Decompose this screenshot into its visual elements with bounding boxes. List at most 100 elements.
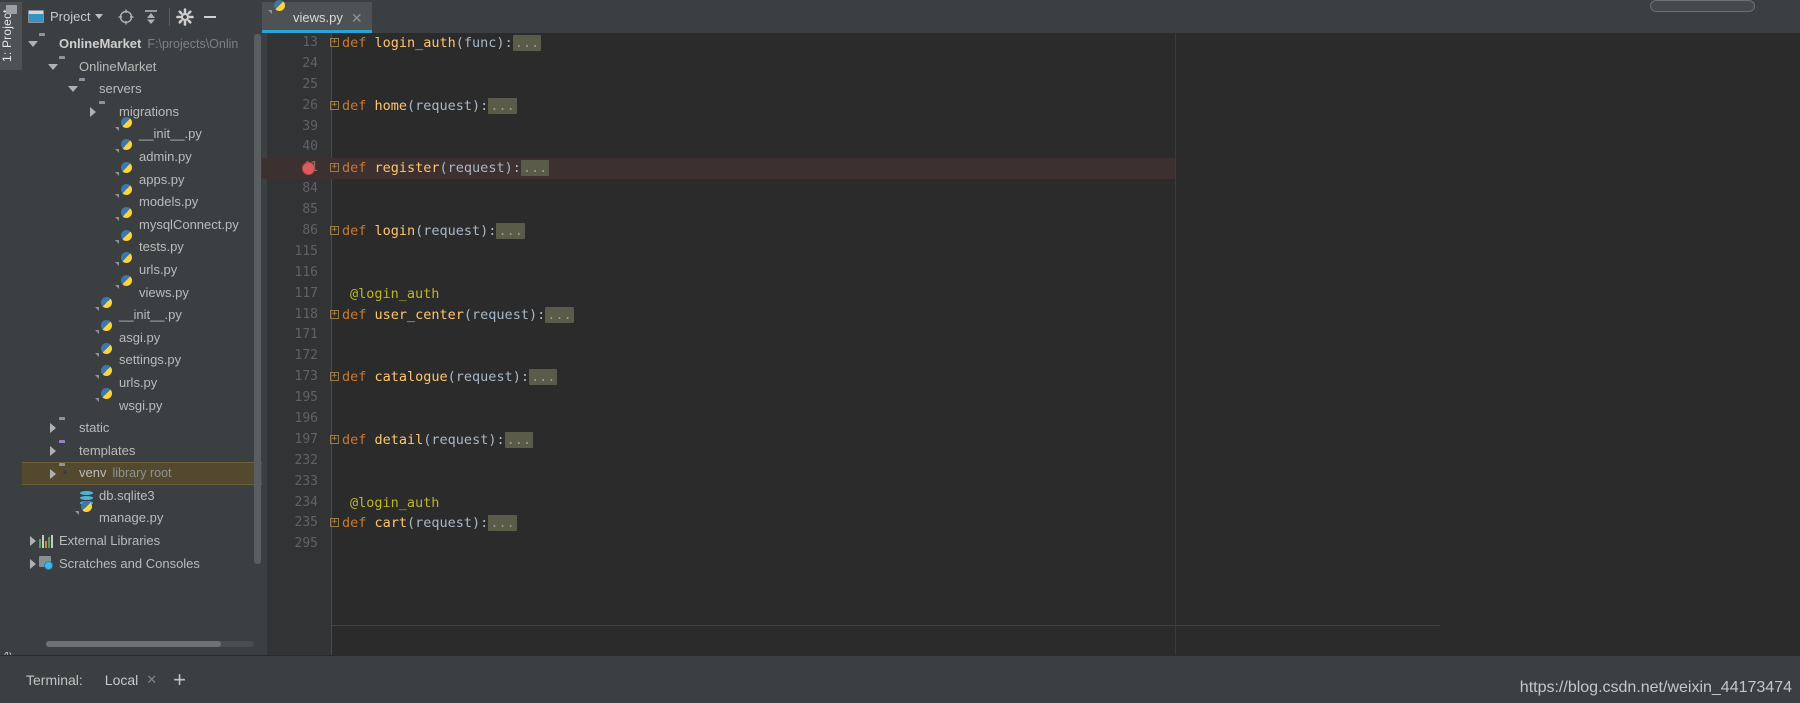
chevron-right-icon[interactable] — [86, 107, 99, 118]
line-number: 25 — [302, 76, 318, 92]
line-number: 235 — [294, 515, 318, 531]
tree-row[interactable]: Scratches and Consoles — [22, 553, 262, 576]
tree-row[interactable]: urls.py — [22, 259, 262, 282]
tree-row[interactable]: static — [22, 417, 262, 440]
fold-expand-icon[interactable]: + — [330, 372, 339, 382]
tree-row[interactable]: wsgi.py — [22, 395, 262, 418]
tree-row[interactable]: asgi.py — [22, 327, 262, 350]
chevron-down-icon[interactable] — [66, 86, 79, 93]
code-text: @login_auth — [350, 284, 439, 305]
line-number: 115 — [294, 243, 318, 259]
chevron-down-icon[interactable] — [95, 14, 104, 19]
tree-row[interactable]: apps.py — [22, 169, 262, 192]
tree-row[interactable]: templates — [22, 440, 262, 463]
tree-row[interactable]: mysqlConnect.py — [22, 214, 262, 237]
locate-target-icon[interactable] — [117, 8, 135, 26]
tree-row-label: tests.py — [139, 239, 184, 255]
tree-row[interactable]: __init__.py — [22, 304, 262, 327]
tree-row[interactable]: External Libraries — [22, 530, 262, 553]
code-text: def catalogue(request):... — [342, 367, 558, 388]
fold-expand-icon[interactable]: + — [330, 163, 339, 173]
fold-expand-icon[interactable]: + — [330, 38, 339, 47]
chevron-right-icon[interactable] — [26, 536, 39, 547]
code-token: catalogue — [374, 369, 448, 386]
tool-button-project[interactable]: 1: Project — [0, 2, 22, 70]
tree-row[interactable]: OnlineMarket — [22, 56, 262, 79]
fold-expand-icon[interactable]: + — [330, 518, 339, 528]
project-window-icon — [6, 5, 17, 14]
project-file-tree[interactable]: OnlineMarket F:\projects\Onlin OnlineMarke… — [22, 33, 262, 575]
code-editor[interactable]: 13 + def login_auth(func):... 24 25 26 + def ho… — [262, 33, 1800, 655]
chevron-down-icon[interactable] — [46, 63, 59, 70]
fold-expand-icon[interactable]: + — [330, 309, 339, 319]
code-token: cart — [374, 515, 408, 532]
folded-region-placeholder[interactable]: ... — [520, 160, 550, 177]
scratches-icon — [39, 556, 55, 572]
fold-expand-icon[interactable]: + — [330, 226, 339, 236]
tree-row[interactable]: tests.py — [22, 236, 262, 259]
toolbar-divider — [169, 7, 171, 26]
folded-region-placeholder[interactable]: ... — [488, 515, 517, 532]
python-file-icon — [79, 511, 95, 527]
tree-row[interactable]: settings.py — [22, 349, 262, 372]
editor-tab-bar: views.py ✕ — [262, 0, 1800, 33]
tree-row[interactable]: urls.py — [22, 372, 262, 395]
line-number: 118 — [294, 306, 318, 322]
terminal-tab-local[interactable]: Local ✕ — [105, 672, 157, 688]
chevron-right-icon[interactable] — [46, 445, 59, 456]
code-text: def login_auth(func):... — [342, 33, 542, 54]
tool-button-project-label: 1: Project — [0, 9, 14, 63]
collapse-all-icon[interactable] — [142, 8, 160, 26]
tree-row[interactable]: db.sqlite3 — [22, 485, 262, 508]
folded-region-placeholder[interactable]: ... — [488, 97, 517, 114]
line-number: 172 — [294, 348, 318, 364]
tab-title: views.py — [293, 10, 343, 25]
tree-row[interactable]: servers — [22, 78, 262, 101]
code-token: @login_auth — [350, 285, 440, 302]
folded-region-placeholder[interactable]: ... — [504, 431, 533, 448]
tree-horizontal-scrollbar[interactable] — [46, 641, 254, 647]
chevron-down-icon[interactable] — [26, 41, 39, 48]
code-token: (request): — [423, 431, 505, 448]
tree-row[interactable]: OnlineMarket F:\projects\Onlin — [22, 33, 262, 56]
folded-region-placeholder[interactable]: ... — [528, 369, 558, 386]
code-token: (request): — [415, 223, 497, 240]
chevron-right-icon[interactable] — [46, 423, 59, 434]
tab-views-py[interactable]: views.py ✕ — [262, 2, 372, 33]
tree-row[interactable]: views.py — [22, 282, 262, 305]
code-token: (request): — [463, 306, 546, 323]
folded-region-placeholder[interactable]: ... — [496, 223, 525, 240]
fold-expand-icon[interactable]: + — [330, 100, 339, 110]
chevron-right-icon[interactable] — [26, 558, 39, 569]
code-token: register — [374, 160, 440, 177]
line-number: 84 — [302, 181, 318, 197]
tree-row-label: urls.py — [139, 261, 178, 277]
fold-expand-icon[interactable]: + — [330, 434, 339, 444]
project-toolbar: Project — [22, 0, 262, 33]
code-token: login_auth — [374, 35, 456, 51]
tree-row[interactable]: migrations — [22, 101, 262, 124]
chevron-right-icon[interactable] — [46, 468, 59, 479]
tree-row[interactable]: __init__.py — [22, 123, 262, 146]
tree-vertical-scrollbar[interactable] — [254, 34, 261, 564]
folder-icon — [59, 466, 75, 482]
search-everywhere-field[interactable] — [1650, 0, 1755, 12]
plus-icon[interactable]: + — [173, 668, 186, 691]
minimize-icon[interactable] — [201, 8, 219, 26]
tree-row[interactable]: manage.py — [22, 507, 262, 530]
folded-region-placeholder[interactable]: ... — [512, 35, 542, 51]
tree-row[interactable]: admin.py — [22, 146, 262, 169]
gear-icon[interactable] — [176, 7, 195, 26]
close-icon[interactable]: ✕ — [146, 672, 157, 688]
folded-region-placeholder[interactable]: ... — [545, 306, 574, 323]
pycharm-window: 1: Project ructure Project — [0, 0, 1800, 703]
tree-row[interactable]: venv library root — [22, 462, 262, 485]
tree-row-label: __init__.py — [139, 126, 202, 142]
tree-row-label: wsgi.py — [119, 397, 163, 413]
line-number: 24 — [302, 55, 318, 71]
code-text: def detail(request):... — [342, 430, 533, 451]
tree-row[interactable]: models.py — [22, 191, 262, 214]
close-icon[interactable]: ✕ — [351, 11, 363, 25]
tree-row-label: Scratches and Consoles — [59, 555, 200, 571]
tree-row-label: urls.py — [119, 374, 158, 390]
